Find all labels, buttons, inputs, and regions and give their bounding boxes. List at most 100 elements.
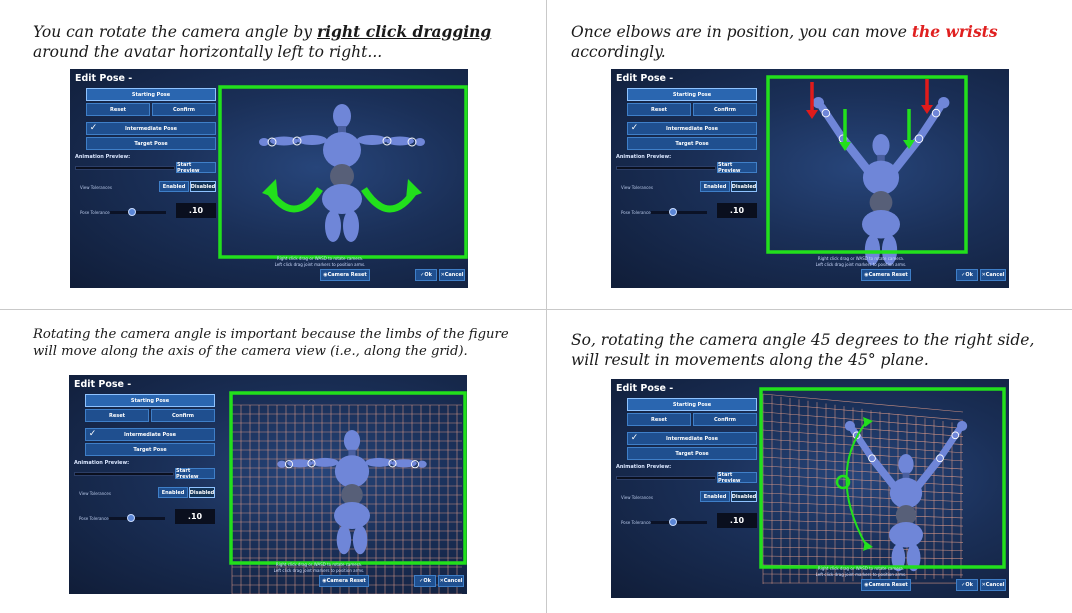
pose-tolerance-slider[interactable] [109, 517, 165, 520]
enabled-button[interactable]: Enabled [158, 487, 188, 498]
reset-button[interactable]: Reset [627, 103, 691, 116]
edit-pose-title: Edit Pose - [74, 379, 132, 390]
target-pose-button[interactable]: Target Pose [627, 137, 757, 150]
caption-top-right: Once elbows are in position, you can mov… [571, 22, 998, 62]
confirm-button[interactable]: Confirm [152, 103, 216, 116]
animation-preview-label: Animation Preview: [616, 464, 672, 470]
animation-preview-label: Animation Preview: [616, 154, 672, 160]
caption-top-left: You can rotate the camera angle by right… [33, 22, 492, 62]
camera-hint: Right click drag or WASD to rotate camer… [817, 566, 905, 571]
pose-tolerance-label: Pose Tolerance [79, 516, 109, 521]
pose-tolerance-label: Pose Tolerance [80, 210, 110, 215]
starting-pose-button[interactable]: Starting Pose [627, 88, 757, 101]
target-pose-button[interactable]: Target Pose [85, 443, 215, 456]
emphasis-right-click-dragging: right click dragging [317, 22, 492, 41]
edit-pose-title: Edit Pose - [75, 73, 133, 84]
intermediate-pose-button[interactable]: Intermediate Pose [627, 122, 757, 135]
emphasis-the-wrists: the wrists [911, 22, 998, 41]
joint-hint: Left click drag joint markers to positio… [273, 568, 365, 573]
checkmark-icon: ✓ [630, 123, 639, 133]
starting-pose-button[interactable]: Starting Pose [85, 394, 215, 407]
caption-bottom-right: So, rotating the camera angle 45 degrees… [571, 331, 1035, 370]
horizontal-divider [0, 309, 1072, 310]
view-tolerances-label: View Tolerances [621, 495, 653, 500]
camera-hint: Right click drag or WASD to rotate camer… [275, 562, 363, 567]
confirm-button[interactable]: Confirm [693, 413, 757, 426]
checkmark-icon: ✓ [88, 429, 97, 439]
disabled-button[interactable]: Disabled [731, 491, 757, 502]
starting-pose-button[interactable]: Starting Pose [627, 398, 757, 411]
disabled-button[interactable]: Disabled [731, 181, 757, 192]
animation-preview-bar [74, 472, 174, 476]
disabled-button[interactable]: Disabled [189, 487, 215, 498]
camera-hint: Right click drag or WASD to rotate camer… [817, 256, 905, 261]
start-preview-button[interactable]: Start Preview [717, 162, 757, 174]
disabled-button[interactable]: Disabled [190, 181, 216, 192]
pose-tolerance-slider[interactable] [651, 211, 707, 214]
confirm-button[interactable]: Confirm [693, 103, 757, 116]
rotate-arrow-icon [262, 179, 323, 213]
tolerance-value: .10 [176, 203, 216, 218]
edit-pose-title: Edit Pose - [616, 73, 674, 84]
camera-reset-button[interactable]: ◉ Camera Reset [861, 269, 911, 281]
slider-knob[interactable] [669, 208, 677, 216]
screenshot-grid-front: Edit Pose - Starting Pose Reset Confirm … [69, 375, 467, 594]
camera-reset-button[interactable]: ◉ Camera Reset [861, 579, 911, 591]
target-pose-button[interactable]: Target Pose [86, 137, 216, 150]
animation-preview-bar [616, 166, 716, 170]
reset-button[interactable]: Reset [85, 409, 149, 422]
pose-tolerance-slider[interactable] [110, 211, 166, 214]
starting-pose-button[interactable]: Starting Pose [86, 88, 216, 101]
ok-button[interactable]: ✓ Ok [415, 269, 437, 281]
enabled-button[interactable]: Enabled [700, 181, 730, 192]
pose-tolerance-slider[interactable] [651, 521, 707, 524]
caption-bottom-left: Rotating the camera angle is important b… [33, 327, 509, 360]
avatar-figure [259, 104, 425, 242]
camera-reset-button[interactable]: ◉ Camera Reset [320, 269, 370, 281]
checkmark-icon: ✓ [630, 433, 639, 443]
joint-hint: Left click drag joint markers to positio… [815, 262, 907, 267]
slider-knob[interactable] [127, 514, 135, 522]
screenshot-move-wrists: Edit Pose - Starting Pose Reset Confirm … [611, 69, 1009, 288]
joint-hint: Left click drag joint markers to positio… [815, 572, 907, 577]
pose-tolerance-label: Pose Tolerance [621, 520, 651, 525]
cancel-button[interactable]: ✕ Cancel [980, 579, 1006, 591]
cancel-button[interactable]: ✕ Cancel [438, 575, 464, 587]
slider-knob[interactable] [669, 518, 677, 526]
intermediate-pose-button[interactable]: Intermediate Pose [86, 122, 216, 135]
animation-preview-bar [75, 166, 175, 170]
tolerance-value: .10 [175, 509, 215, 524]
rotate-arrow-icon [361, 179, 422, 213]
cancel-button[interactable]: ✕ Cancel [980, 269, 1006, 281]
enabled-button[interactable]: Enabled [159, 181, 189, 192]
intermediate-pose-button[interactable]: Intermediate Pose [627, 432, 757, 445]
ok-button[interactable]: ✓ Ok [956, 269, 978, 281]
intermediate-pose-button[interactable]: Intermediate Pose [85, 428, 215, 441]
joint-hint: Left click drag joint markers to positio… [274, 262, 366, 267]
reset-button[interactable]: Reset [627, 413, 691, 426]
ok-button[interactable]: ✓ Ok [956, 579, 978, 591]
camera-hint: Right click drag or WASD to rotate camer… [276, 256, 364, 261]
confirm-button[interactable]: Confirm [151, 409, 215, 422]
reset-button[interactable]: Reset [86, 103, 150, 116]
animation-preview-label: Animation Preview: [74, 460, 130, 466]
camera-reset-button[interactable]: ◉ Camera Reset [319, 575, 369, 587]
enabled-button[interactable]: Enabled [700, 491, 730, 502]
cancel-button[interactable]: ✕ Cancel [439, 269, 465, 281]
start-preview-button[interactable]: Start Preview [176, 162, 216, 174]
highlight-box [759, 387, 1006, 569]
slider-knob[interactable] [128, 208, 136, 216]
animation-preview-bar [616, 476, 716, 480]
screenshot-grid-45: Edit Pose - Starting Pose Reset Confirm … [611, 379, 1009, 598]
start-preview-button[interactable]: Start Preview [175, 468, 215, 480]
start-preview-button[interactable]: Start Preview [717, 472, 757, 484]
view-tolerances-label: View Tolerances [79, 491, 111, 496]
pose-tolerance-label: Pose Tolerance [621, 210, 651, 215]
tolerance-value: .10 [717, 203, 757, 218]
target-pose-button[interactable]: Target Pose [627, 447, 757, 460]
tutorial-grid: You can rotate the camera angle by right… [0, 0, 1072, 613]
red-arrow-icon [921, 79, 933, 114]
screenshot-rotate-camera: Edit Pose - Starting Pose Reset Confirm … [70, 69, 468, 288]
view-tolerances-label: View Tolerances [621, 185, 653, 190]
ok-button[interactable]: ✓ Ok [414, 575, 436, 587]
